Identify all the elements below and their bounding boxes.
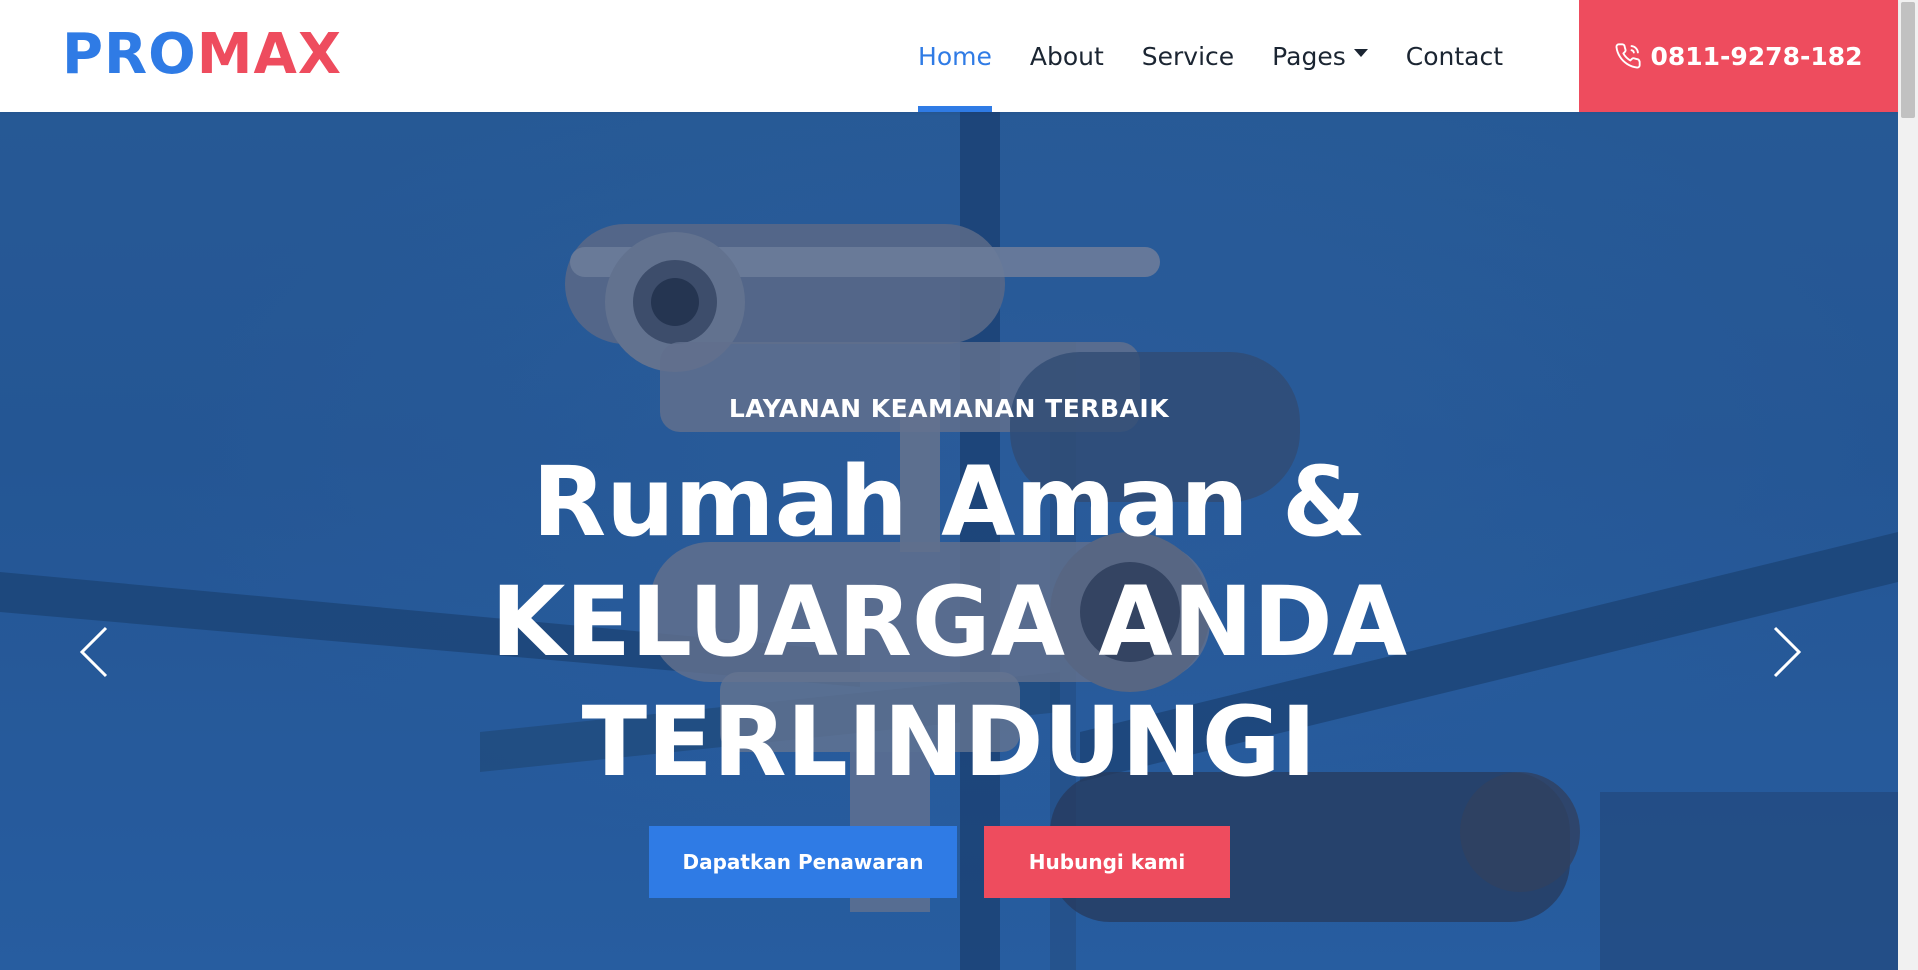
carousel-next-button[interactable] — [1755, 612, 1815, 692]
hero-headline-line-3: TERLINDUNGI — [581, 686, 1317, 798]
page-scrollbar[interactable] — [1898, 0, 1918, 970]
nav-item-pages[interactable]: Pages — [1253, 0, 1387, 112]
nav-item-pages-label: Pages — [1272, 41, 1346, 71]
hero-headline-line-1: Rumah Aman & — [532, 446, 1366, 558]
nav-item-about[interactable]: About — [1011, 0, 1123, 112]
chevron-left-icon — [79, 626, 108, 678]
nav-item-contact[interactable]: Contact — [1387, 0, 1522, 112]
hero-subtitle: LAYANAN KEAMANAN TERBAIK — [728, 394, 1170, 423]
hero-content: LAYANAN KEAMANAN TERBAIK Rumah Aman & KE… — [0, 112, 1898, 970]
carousel-prev-button[interactable] — [66, 612, 126, 692]
brand-logo[interactable]: PROMAX — [62, 24, 342, 86]
phone-contact-button[interactable]: 0811-9278-182 — [1579, 0, 1898, 112]
hero-headline-line-2: KELUARGA ANDA — [490, 566, 1408, 678]
hero-headline: Rumah Aman & KELUARGA ANDA TERLINDUNGI — [0, 442, 1898, 802]
navbar: PROMAX Home About Service Pages Contact … — [0, 0, 1898, 112]
hero-carousel: LAYANAN KEAMANAN TERBAIK Rumah Aman & KE… — [0, 112, 1898, 970]
contact-us-button[interactable]: Hubungi kami — [984, 826, 1230, 898]
caret-down-icon — [1353, 49, 1368, 57]
main-nav: Home About Service Pages Contact — [899, 0, 1522, 112]
brand-logo-part-max: MAX — [196, 22, 343, 87]
scrollbar-thumb[interactable] — [1901, 2, 1915, 118]
page: PROMAX Home About Service Pages Contact … — [0, 0, 1918, 970]
get-quote-button[interactable]: Dapatkan Penawaran — [649, 826, 957, 898]
chevron-right-icon — [1773, 626, 1802, 678]
nav-item-home[interactable]: Home — [899, 0, 1011, 112]
brand-logo-part-pro: PRO — [62, 22, 197, 87]
phone-icon — [1615, 43, 1642, 69]
phone-number: 0811-9278-182 — [1650, 41, 1863, 71]
nav-item-service[interactable]: Service — [1123, 0, 1253, 112]
